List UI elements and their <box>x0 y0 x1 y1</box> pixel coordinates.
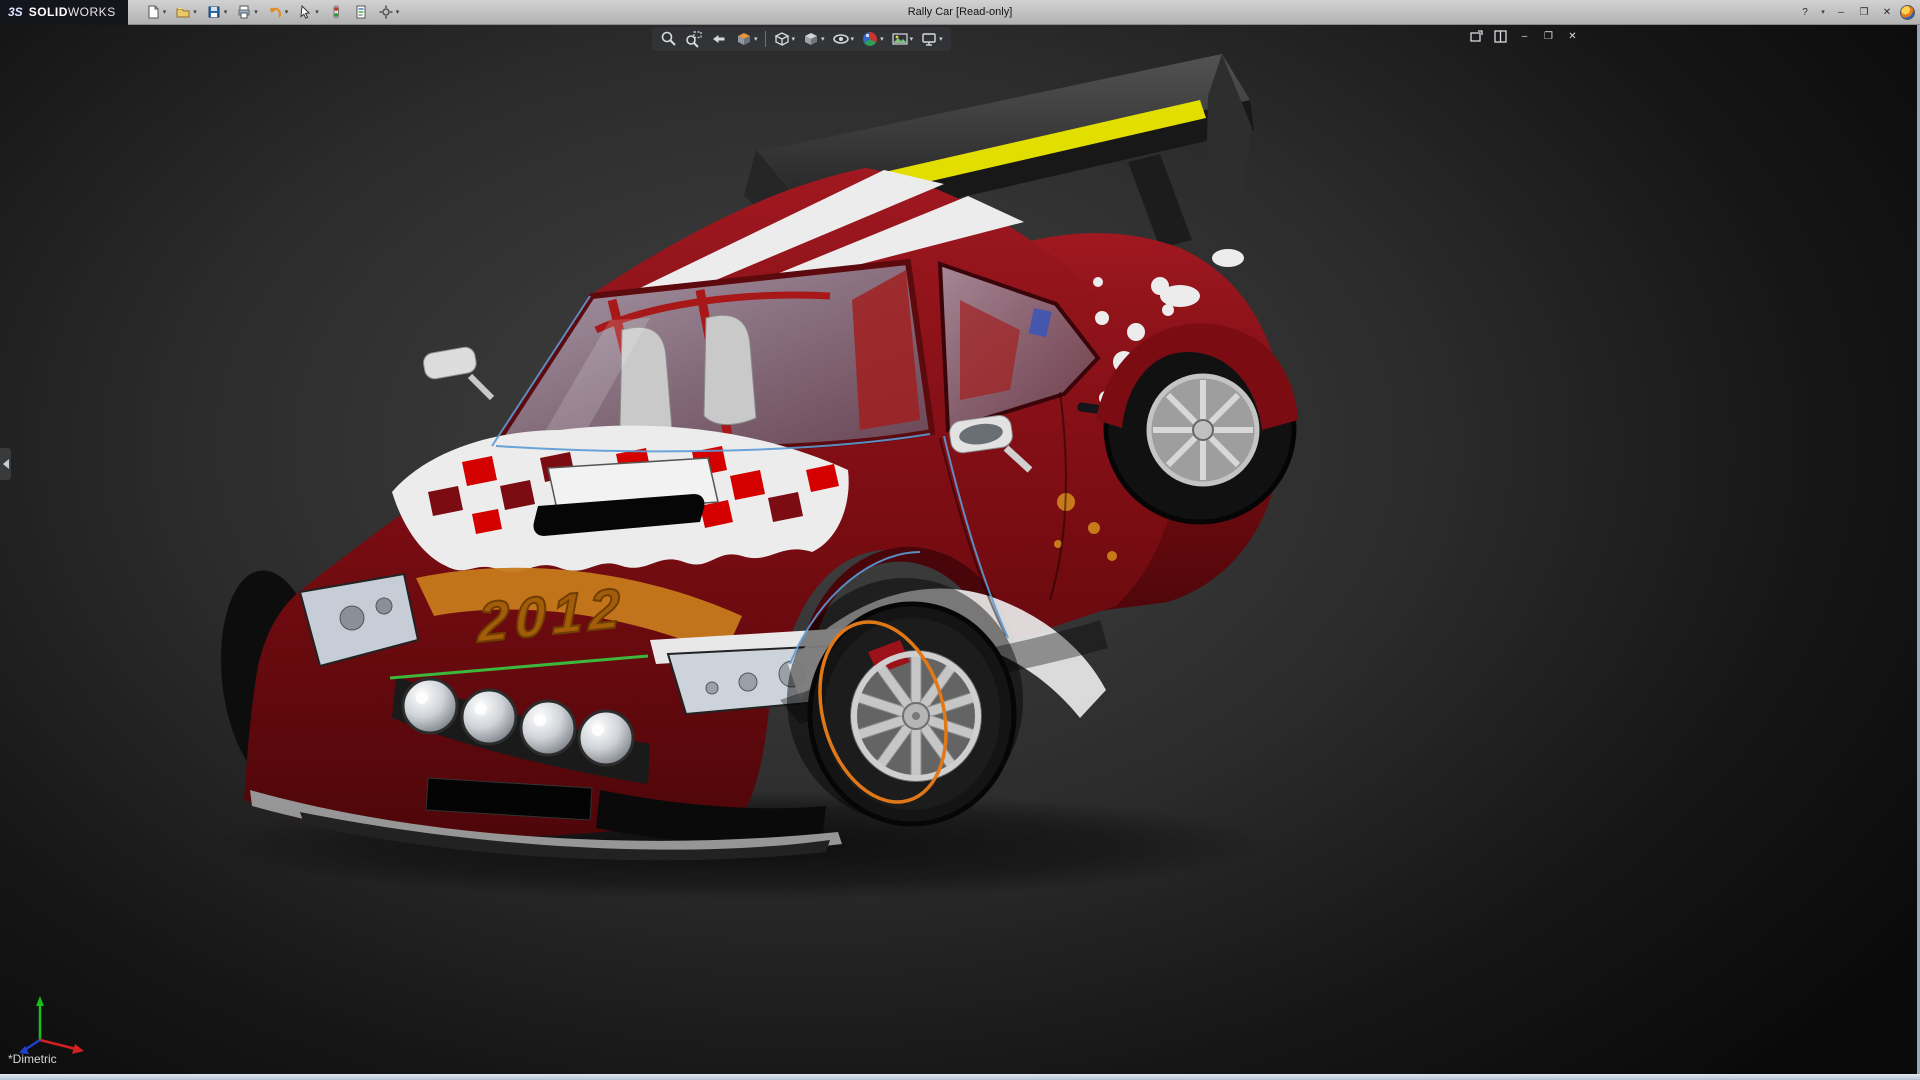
new-window-icon <box>1469 29 1484 44</box>
main-toolbar: ▾ ▾ ▾ ▾ ▾ ▾ ▾ <box>128 2 403 22</box>
dropdown-arrow[interactable]: ▾ <box>285 9 289 16</box>
x-axis-arrow <box>72 1044 84 1054</box>
featuremanager-collapse-tab[interactable] <box>0 448 11 480</box>
close-button[interactable]: ✕ <box>1877 4 1897 21</box>
dropdown-arrow[interactable]: ▾ <box>315 9 319 16</box>
view-orientation-icon <box>773 30 791 48</box>
y-axis-arrow <box>36 996 44 1006</box>
save-button[interactable]: ▾ <box>203 2 231 22</box>
section-view-icon <box>735 30 753 48</box>
split-window-icon <box>1493 29 1508 44</box>
dropdown-arrow[interactable]: ▾ <box>880 36 884 43</box>
window-controls: ? ▾ – ❐ ✕ <box>1795 4 1920 21</box>
dropdown-arrow: ▾ <box>1821 9 1825 16</box>
zoom-to-area-icon <box>685 30 703 48</box>
print-icon <box>236 4 252 20</box>
file-properties-button[interactable] <box>350 2 372 22</box>
dropdown-arrow[interactable]: ▾ <box>792 36 796 43</box>
brand-bold: SOLID <box>29 5 68 19</box>
resources-icon[interactable] <box>1900 5 1915 20</box>
dropdown-arrow[interactable]: ▾ <box>193 9 197 16</box>
zoom-to-area-button[interactable] <box>683 29 705 49</box>
edit-appearance-button[interactable]: ▾ <box>859 29 886 49</box>
apply-scene-button[interactable]: ▾ <box>889 29 916 49</box>
solidworks-logo[interactable]: 3S SOLIDWORKS <box>0 0 128 25</box>
dropdown-arrow[interactable]: ▾ <box>396 9 400 16</box>
brand-name: SOLIDWORKS <box>29 5 116 19</box>
hide-show-items-button[interactable]: ▾ <box>830 29 857 49</box>
brand-light: WORKS <box>68 5 116 19</box>
rebuild-icon <box>328 4 344 20</box>
hide-show-items-icon <box>832 30 850 48</box>
new-document-icon <box>145 4 161 20</box>
reference-triad <box>10 988 100 1058</box>
hood-livery <box>392 426 849 572</box>
doc-close-button[interactable]: ✕ <box>1564 28 1581 44</box>
dropdown-arrow[interactable]: ▾ <box>910 36 914 43</box>
window-title: Rally Car [Read-only] <box>908 6 1013 18</box>
title-bar: 3S SOLIDWORKS ▾ ▾ ▾ ▾ ▾ ▾ <box>0 0 1920 25</box>
doc-restore-button[interactable]: ❐ <box>1540 28 1557 44</box>
section-view-button[interactable]: ▾ <box>733 29 760 49</box>
dropdown-arrow[interactable]: ▾ <box>939 36 943 43</box>
undo-button[interactable]: ▾ <box>264 2 292 22</box>
open-document-icon <box>175 4 191 20</box>
window-bottom-border[interactable] <box>0 1074 1920 1080</box>
display-style-icon <box>802 30 820 48</box>
help-button[interactable]: ? <box>1795 4 1815 21</box>
apply-scene-icon <box>891 30 909 48</box>
dropdown-arrow[interactable]: ▾ <box>754 36 758 43</box>
view-settings-button[interactable]: ▾ <box>918 29 945 49</box>
edit-appearance-icon <box>861 30 879 48</box>
left-mirror[interactable] <box>422 346 492 398</box>
previous-view-icon <box>710 30 728 48</box>
document-window-controls: – ❐ ✕ <box>1468 28 1581 44</box>
dropdown-arrow[interactable]: ▾ <box>851 36 855 43</box>
new-document-button[interactable]: ▾ <box>142 2 170 22</box>
select-button[interactable]: ▾ <box>294 2 322 22</box>
dropdown-arrow[interactable]: ▾ <box>254 9 258 16</box>
rally-car-model[interactable]: 2012 <box>0 25 1920 1074</box>
front-wheel[interactable] <box>787 578 1023 824</box>
save-icon <box>206 4 222 20</box>
minimize-button[interactable]: – <box>1831 4 1851 21</box>
doc-minimize-button[interactable]: – <box>1516 28 1533 44</box>
options-button[interactable]: ▾ <box>375 2 403 22</box>
dropdown-arrow[interactable]: ▾ <box>163 9 167 16</box>
previous-view-button[interactable] <box>708 29 730 49</box>
graphics-viewport[interactable]: 2012 <box>0 25 1920 1074</box>
open-document-button[interactable]: ▾ <box>172 2 200 22</box>
new-window-button[interactable] <box>1468 28 1485 44</box>
print-button[interactable]: ▾ <box>233 2 261 22</box>
split-window-button[interactable] <box>1492 28 1509 44</box>
dropdown-arrow[interactable]: ▾ <box>224 9 228 16</box>
display-style-button[interactable]: ▾ <box>800 29 827 49</box>
dropdown-arrow[interactable]: ▾ <box>821 36 825 43</box>
rebuild-button[interactable] <box>325 2 347 22</box>
undo-icon <box>267 4 283 20</box>
file-properties-icon <box>353 4 369 20</box>
zoom-to-fit-button[interactable] <box>658 29 680 49</box>
3ds-logo-icon: 3S <box>8 5 23 19</box>
toolbar-separator <box>765 31 766 47</box>
options-gear-icon <box>378 4 394 20</box>
view-orientation-label: *Dimetric <box>8 1052 57 1066</box>
help-dropdown-arrow[interactable]: ▾ <box>1818 4 1828 21</box>
zoom-to-fit-icon <box>660 30 678 48</box>
view-settings-icon <box>920 30 938 48</box>
select-cursor-icon <box>297 4 313 20</box>
restore-button[interactable]: ❐ <box>1854 4 1874 21</box>
view-orientation-button[interactable]: ▾ <box>771 29 798 49</box>
headsup-view-toolbar: ▾ ▾ ▾ ▾ ▾ ▾ ▾ <box>652 27 951 51</box>
